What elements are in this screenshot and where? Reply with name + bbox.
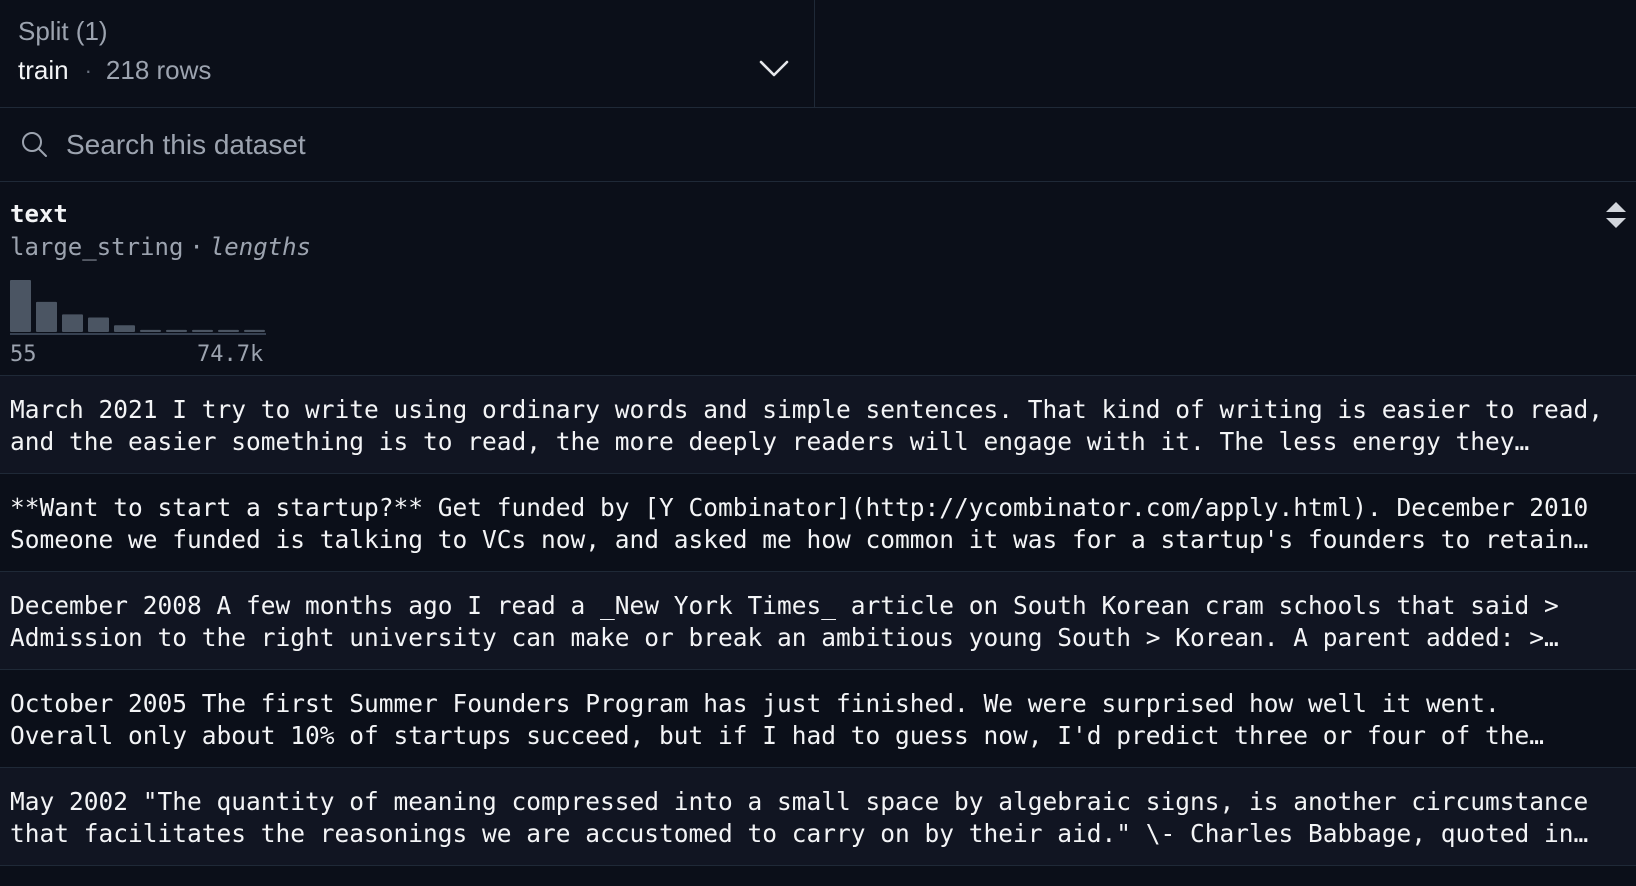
search-input[interactable] xyxy=(64,123,1564,167)
histogram-bar[interactable] xyxy=(10,280,31,332)
cell-text: **Want to start a startup?** Get funded … xyxy=(10,493,1589,554)
table-row[interactable]: December 2008 A few months ago I read a … xyxy=(0,572,1636,670)
sort-icon[interactable] xyxy=(1604,200,1628,230)
histogram-bar[interactable] xyxy=(218,329,239,332)
histogram-bar[interactable] xyxy=(166,329,187,332)
column-type-separator: · xyxy=(189,233,204,261)
table-row[interactable]: October 2005 The first Summer Founders P… xyxy=(0,670,1636,768)
cell-text: March 2021 I try to write using ordinary… xyxy=(10,395,1604,456)
histogram-min-label: 55 xyxy=(10,342,37,367)
cell-text: October 2005 The first Summer Founders P… xyxy=(10,689,1530,750)
histogram-max-label: 74.7k xyxy=(197,342,264,367)
table-row[interactable]: **Want to start a startup?** Get funded … xyxy=(0,474,1636,572)
chevron-down-icon[interactable] xyxy=(758,58,790,80)
split-separator: · xyxy=(84,57,92,83)
histogram-bar[interactable] xyxy=(88,317,109,332)
length-histogram[interactable] xyxy=(10,280,272,336)
cell-text: December 2008 A few months ago I read a … xyxy=(10,591,1559,652)
column-stat-label: lengths xyxy=(209,233,311,261)
split-name: train xyxy=(18,55,69,85)
histogram-bar[interactable] xyxy=(114,325,135,332)
histogram-bar[interactable] xyxy=(36,301,57,332)
column-name: text xyxy=(10,200,68,228)
split-row-count: 218 rows xyxy=(105,55,212,85)
table-row[interactable]: March 2021 I try to write using ordinary… xyxy=(0,376,1636,474)
split-title: Split (1) xyxy=(18,16,108,46)
histogram-bar[interactable] xyxy=(62,314,83,332)
table-row[interactable]: May 2002 "The quantity of meaning compre… xyxy=(0,768,1636,866)
histogram-bar[interactable] xyxy=(244,329,265,332)
column-dtype: large_string xyxy=(10,233,184,261)
table-continuation xyxy=(0,866,1636,886)
split-header: Split (1) train · 218 rows xyxy=(0,0,1636,108)
split-selector[interactable]: Split (1) train · 218 rows xyxy=(0,0,815,108)
column-type: large_string · lengths xyxy=(10,233,311,261)
histogram-bar[interactable] xyxy=(140,329,161,332)
search-icon xyxy=(22,132,47,157)
histogram-bar[interactable] xyxy=(192,329,213,332)
split-value: train · 218 rows xyxy=(18,55,211,86)
cell-text: May 2002 "The quantity of meaning compre… xyxy=(10,787,1589,848)
